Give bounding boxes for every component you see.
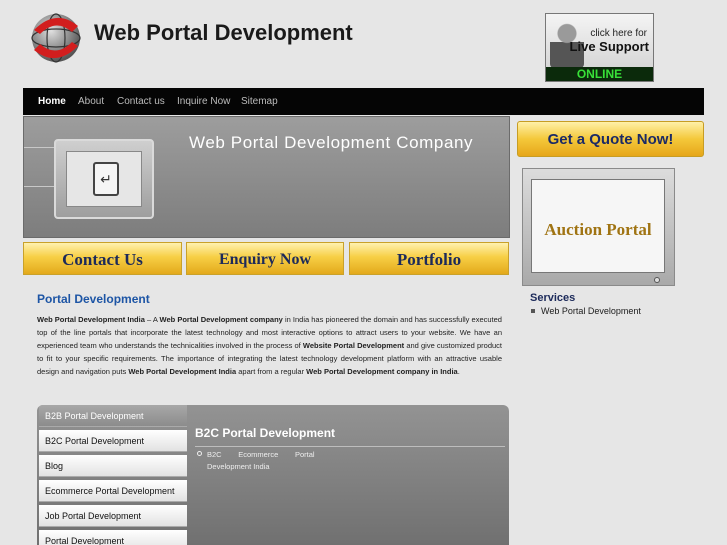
bold-term: Web Portal Development company	[159, 315, 283, 324]
tab-ecommerce-portal[interactable]: Ecommerce Portal Development	[39, 480, 187, 502]
nav-sitemap[interactable]: Sitemap	[241, 88, 278, 115]
enter-key-icon: ↵	[93, 162, 119, 196]
auction-portal-label: Auction Portal	[544, 220, 652, 239]
get-quote-button[interactable]: Get a Quote Now!	[517, 121, 704, 157]
online-status: ONLINE	[546, 67, 653, 81]
live-support-button[interactable]: click here for Live Support ONLINE	[545, 13, 654, 82]
tab-pane-link[interactable]: B2C Ecommerce Portal Development India	[197, 449, 315, 473]
bold-term: Website Portal Development	[302, 340, 405, 350]
radio-bullet-icon	[197, 451, 202, 456]
monitor-icon: ↵	[54, 139, 154, 219]
services-item[interactable]: Web Portal Development	[531, 306, 641, 316]
tab-blog[interactable]: Blog	[39, 455, 187, 477]
nav-contact-us[interactable]: Contact us	[117, 88, 165, 115]
services-title: Services	[530, 292, 576, 304]
hero-banner: ↵ Web Portal Development Company	[23, 116, 510, 238]
tab-job-portal[interactable]: Job Portal Development	[39, 505, 187, 527]
contact-us-button[interactable]: Contact Us	[23, 242, 182, 275]
bold-term: Web Portal Development company in India	[306, 366, 458, 376]
live-support-line1: click here for	[590, 28, 647, 39]
bold-term: Web Portal Development India	[37, 315, 145, 324]
nav-about[interactable]: About	[78, 88, 104, 115]
live-support-line2: Live Support	[569, 39, 649, 54]
portal-tabs: B2B Portal Development B2C Portal Develo…	[37, 405, 509, 545]
slider-dot-icon[interactable]	[654, 277, 660, 283]
nav-home[interactable]: Home	[38, 88, 66, 115]
portfolio-button[interactable]: Portfolio	[349, 242, 509, 275]
site-title: Web Portal Development	[94, 20, 353, 45]
intro-paragraph: Web Portal Development India – A Web Por…	[37, 315, 503, 376]
logo-globe-icon[interactable]	[26, 6, 86, 66]
tab-b2c-portal[interactable]: B2C Portal Development	[39, 430, 187, 452]
banner-title: Web Portal Development Company	[189, 133, 474, 152]
tab-portal-development[interactable]: Portal Development	[39, 530, 187, 545]
auction-portal-banner[interactable]: Auction Portal	[522, 168, 675, 286]
nav-inquire-now[interactable]: Inquire Now	[177, 88, 230, 115]
tab-pane-title: B2C Portal Development	[195, 426, 336, 440]
divider	[195, 446, 505, 447]
services-item-label: Web Portal Development	[541, 306, 641, 316]
bold-term: Web Portal Development India	[128, 366, 237, 376]
banner-decoration	[24, 147, 54, 187]
page-heading: Portal Development	[37, 292, 150, 306]
page: Web Portal Development click here for Li…	[0, 0, 727, 545]
enquiry-now-button[interactable]: Enquiry Now	[186, 242, 344, 275]
tab-b2b-portal[interactable]: B2B Portal Development	[39, 405, 187, 427]
main-nav: Home About Contact us Inquire Now Sitema…	[23, 88, 704, 115]
bullet-icon	[531, 309, 535, 313]
